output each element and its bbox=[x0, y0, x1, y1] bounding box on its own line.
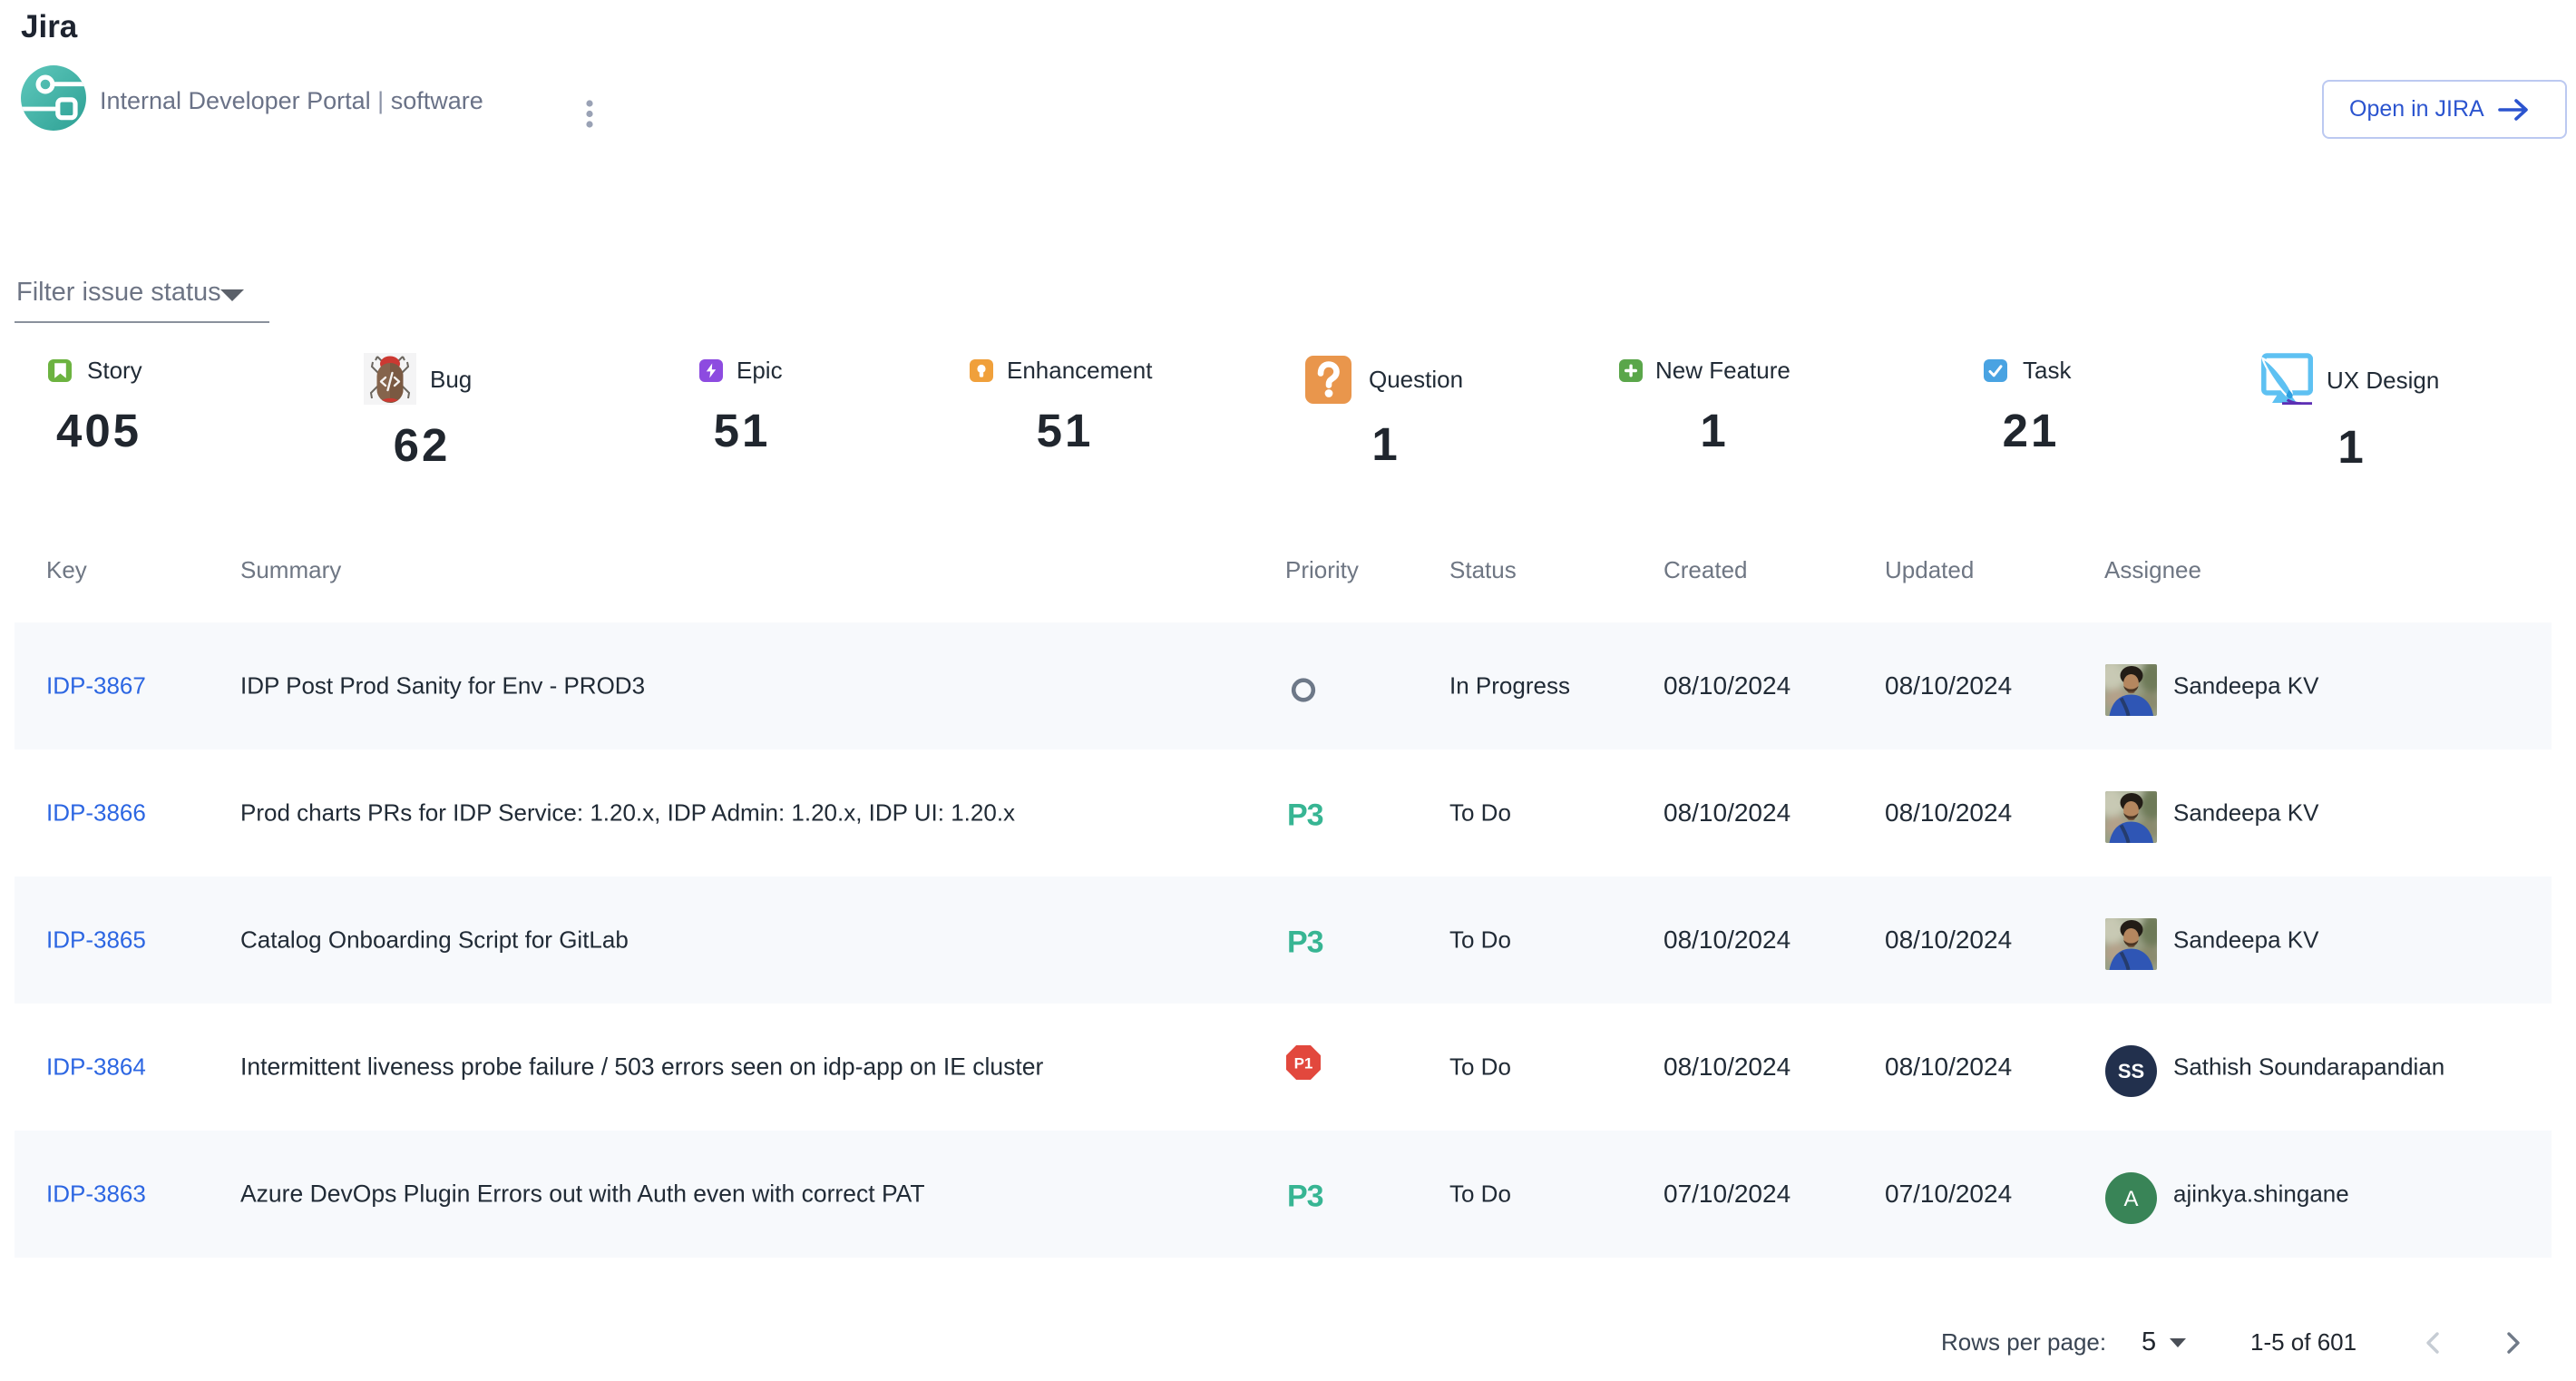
svg-text:SS: SS bbox=[2118, 1060, 2144, 1082]
svg-text:A: A bbox=[2123, 1187, 2138, 1211]
svg-text:P1: P1 bbox=[1294, 1055, 1313, 1072]
